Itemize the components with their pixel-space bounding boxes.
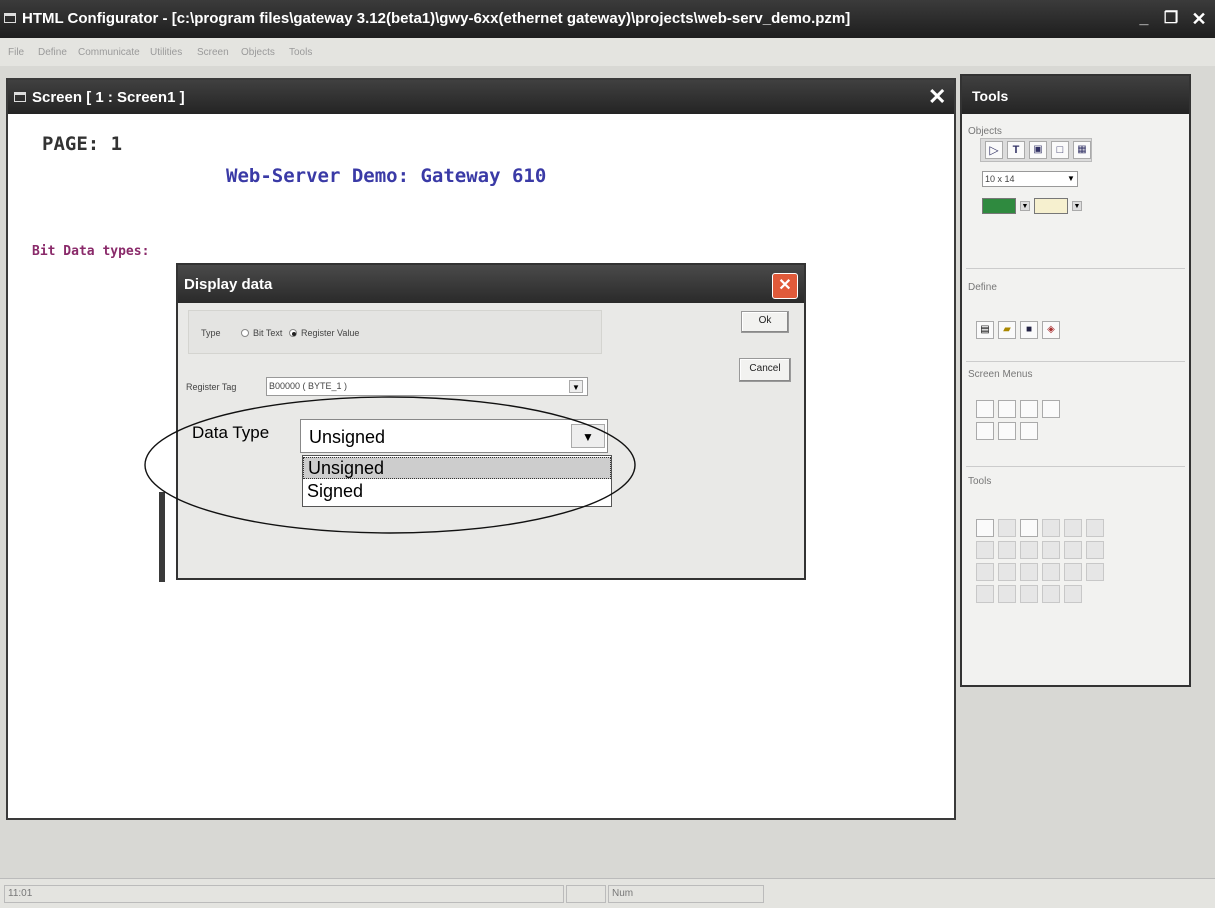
type-group: Type Bit Text Register Value <box>188 310 602 354</box>
status-bar: 11:01 Num <box>0 878 1215 908</box>
align-icon[interactable] <box>1086 563 1104 581</box>
grid-icon[interactable]: ▦ <box>1073 141 1091 159</box>
align-icon[interactable] <box>1042 563 1060 581</box>
register-value-radio[interactable] <box>289 329 297 337</box>
dialog-close-button[interactable]: ✕ <box>772 273 798 299</box>
type-label: Type <box>201 328 221 338</box>
align-icon[interactable] <box>976 541 994 559</box>
align-icon[interactable] <box>1042 519 1060 537</box>
screen-window-title: Screen [ 1 : Screen1 ] <box>32 89 185 106</box>
tools-panel: Tools Objects ▷ T ▣ □ ▦ 10 x 14 ▼ ▼ ▼ De… <box>960 74 1191 687</box>
background-color-swatch[interactable] <box>1034 198 1068 214</box>
rectangle-icon[interactable]: □ <box>1051 141 1069 159</box>
dialog-title: Display data <box>184 276 273 293</box>
define-group-label: Define <box>968 282 997 293</box>
bit-data-types-label[interactable]: Bit Data types: <box>32 244 149 259</box>
align-icon[interactable] <box>1064 519 1082 537</box>
ellipse-outline <box>144 396 636 534</box>
menu-objects[interactable]: Objects <box>241 47 275 58</box>
blank-screen-icon[interactable] <box>1020 422 1038 440</box>
minimize-button[interactable]: _ <box>1131 6 1157 32</box>
bit-text-radio[interactable] <box>241 329 249 337</box>
app-title-bar: HTML Configurator - [c:\program files\ga… <box>0 0 1215 38</box>
status-num: Num <box>608 885 764 903</box>
align-icon[interactable] <box>998 563 1016 581</box>
eraser-icon[interactable]: ◈ <box>1042 321 1060 339</box>
screen-window-header[interactable]: Screen [ 1 : Screen1 ] ✕ <box>8 80 954 114</box>
divider <box>966 466 1185 467</box>
align-icon[interactable] <box>1020 519 1038 537</box>
align-icon[interactable] <box>1020 563 1038 581</box>
window-icon[interactable] <box>4 13 16 23</box>
highlight-ellipse <box>144 396 636 534</box>
menu-screen[interactable]: Screen <box>197 47 229 58</box>
edit-screen-icon[interactable] <box>998 400 1016 418</box>
chevron-down-icon[interactable]: ▼ <box>1065 173 1077 185</box>
screen-menus-group-label: Screen Menus <box>968 369 1033 380</box>
font-size-value: 10 x 14 <box>985 174 1015 184</box>
cancel-button[interactable]: Cancel <box>739 358 791 382</box>
tools-group-label: Tools <box>968 476 992 487</box>
tools-panel-header[interactable]: Tools <box>962 76 1189 114</box>
menu-bar: File Define Communicate Utilities Screen… <box>0 38 1215 66</box>
dialog-title-bar[interactable]: Display data ✕ <box>178 265 804 303</box>
new-screen-icon[interactable] <box>976 400 994 418</box>
close-button[interactable]: ✕ <box>1186 6 1212 32</box>
align-icon[interactable] <box>976 585 994 603</box>
align-icon[interactable] <box>1064 541 1082 559</box>
align-icon[interactable] <box>998 519 1016 537</box>
ok-button[interactable]: Ok <box>741 311 789 333</box>
open-icon[interactable]: ▰ <box>998 321 1016 339</box>
undo-icon[interactable] <box>976 519 994 537</box>
tools-panel-title: Tools <box>972 88 1009 104</box>
align-icon[interactable] <box>1042 541 1060 559</box>
align-icon[interactable] <box>1064 585 1082 603</box>
objects-group-label: Objects <box>968 126 1002 137</box>
layer-icon[interactable]: ▣ <box>1029 141 1047 159</box>
properties-screen-icon[interactable] <box>1042 400 1060 418</box>
align-icon[interactable] <box>998 541 1016 559</box>
chevron-down-icon[interactable]: ▼ <box>1020 201 1030 211</box>
text-icon[interactable]: T <box>1007 141 1025 159</box>
status-pane-empty <box>566 885 606 903</box>
demo-heading[interactable]: Web-Server Demo: Gateway 610 <box>226 165 546 187</box>
register-value-option[interactable]: Register Value <box>301 328 359 338</box>
align-icon[interactable] <box>998 585 1016 603</box>
save-icon[interactable]: ■ <box>1020 321 1038 339</box>
menu-define[interactable]: Define <box>38 47 67 58</box>
menu-communicate[interactable]: Communicate <box>78 47 140 58</box>
font-size-select[interactable]: 10 x 14 ▼ <box>982 171 1078 187</box>
chevron-down-icon[interactable]: ▼ <box>1072 201 1082 211</box>
goto-screen-icon[interactable] <box>976 422 994 440</box>
link-screen-icon[interactable] <box>998 422 1016 440</box>
bit-text-option[interactable]: Bit Text <box>253 328 282 338</box>
menu-utilities[interactable]: Utilities <box>150 47 182 58</box>
copy-screen-icon[interactable] <box>1020 400 1038 418</box>
screen-close-button[interactable]: ✕ <box>928 84 946 110</box>
align-icon[interactable] <box>1086 541 1104 559</box>
app-title: HTML Configurator - [c:\program files\ga… <box>22 10 851 27</box>
align-icon[interactable] <box>1020 541 1038 559</box>
align-icon[interactable] <box>1042 585 1060 603</box>
menu-file[interactable]: File <box>8 47 24 58</box>
align-icon[interactable] <box>1064 563 1082 581</box>
foreground-color-swatch[interactable] <box>982 198 1016 214</box>
align-icon[interactable] <box>1086 519 1104 537</box>
object-toolbar: ▷ T ▣ □ ▦ <box>980 138 1092 162</box>
menu-tools[interactable]: Tools <box>289 47 312 58</box>
align-icon[interactable] <box>976 563 994 581</box>
align-icon[interactable] <box>1020 585 1038 603</box>
align-toolbar <box>976 519 1142 629</box>
arrow-icon[interactable]: ▷ <box>985 141 1003 159</box>
status-time: 11:01 <box>4 885 564 903</box>
divider <box>966 268 1185 269</box>
page-label[interactable]: PAGE: 1 <box>42 133 122 155</box>
divider <box>966 361 1185 362</box>
new-icon[interactable]: ▤ <box>976 321 994 339</box>
radio-dot <box>292 332 296 336</box>
restore-button[interactable]: ❐ <box>1158 6 1184 32</box>
window-icon <box>14 92 26 102</box>
